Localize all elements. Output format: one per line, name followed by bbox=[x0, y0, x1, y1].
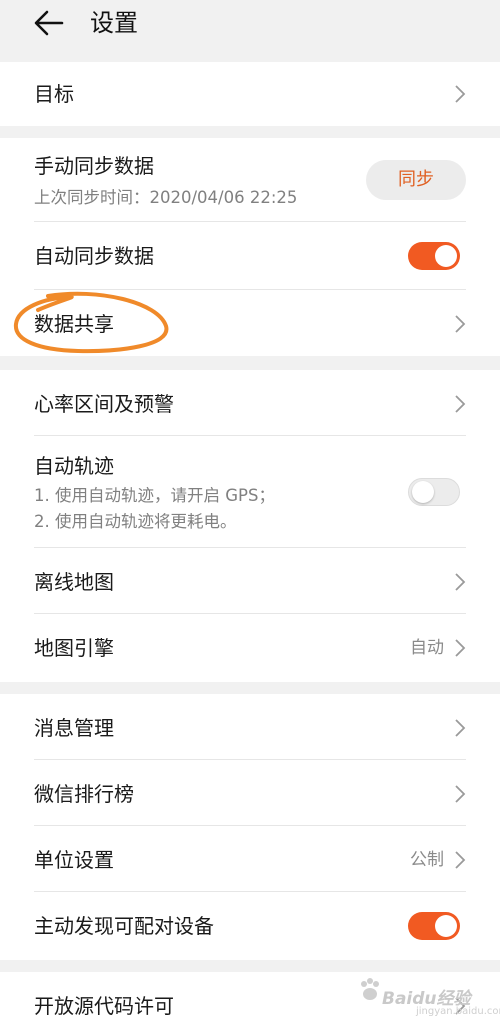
top-bar: 设置 bbox=[0, 0, 500, 48]
manual-sync-row: 手动同步数据 上次同步时间：2020/04/06 22:25 同步 bbox=[0, 138, 500, 222]
chevron-right-icon bbox=[455, 573, 466, 591]
last-sync-time: 上次同步时间：2020/04/06 22:25 bbox=[34, 188, 298, 207]
auto-sync-toggle[interactable] bbox=[408, 242, 460, 270]
watermark-url: jingyan.baidu.com bbox=[416, 1006, 500, 1017]
chevron-right-icon bbox=[455, 851, 466, 869]
message-mgmt-row[interactable]: 消息管理 bbox=[0, 694, 500, 760]
heart-rate-label: 心率区间及预警 bbox=[34, 392, 174, 416]
chevron-right-icon bbox=[455, 785, 466, 803]
map-engine-row[interactable]: 地图引擎 自动 bbox=[0, 614, 500, 682]
map-engine-value: 自动 bbox=[410, 638, 444, 658]
data-share-label: 数据共享 bbox=[34, 312, 114, 336]
target-section: 目标 bbox=[0, 62, 500, 126]
back-arrow-icon[interactable] bbox=[32, 4, 66, 42]
wechat-rank-label: 微信排行榜 bbox=[34, 782, 134, 806]
auto-track-label: 自动轨迹 bbox=[34, 454, 114, 478]
auto-sync-row: 自动同步数据 bbox=[0, 222, 500, 290]
offline-map-label: 离线地图 bbox=[34, 570, 114, 594]
auto-track-desc-2: 2. 使用自动轨迹将更耗电。 bbox=[34, 512, 237, 531]
discover-devices-toggle[interactable] bbox=[408, 912, 460, 940]
unit-settings-row[interactable]: 单位设置 公制 bbox=[0, 826, 500, 892]
chevron-right-icon bbox=[455, 719, 466, 737]
baidu-watermark: Baidu经验 jingyan.baidu.com bbox=[356, 968, 500, 1024]
sync-section: 手动同步数据 上次同步时间：2020/04/06 22:25 同步 自动同步数据… bbox=[0, 138, 500, 356]
chevron-right-icon bbox=[455, 315, 466, 333]
page-title: 设置 bbox=[90, 9, 138, 37]
toggle-knob bbox=[435, 915, 457, 937]
data-share-row[interactable]: 数据共享 bbox=[0, 290, 500, 356]
discover-devices-row: 主动发现可配对设备 bbox=[0, 892, 500, 960]
manual-sync-label: 手动同步数据 bbox=[34, 154, 154, 178]
auto-sync-label: 自动同步数据 bbox=[34, 244, 154, 268]
auto-track-desc-1: 1. 使用自动轨迹，请开启 GPS； bbox=[34, 486, 275, 505]
toggle-knob bbox=[435, 245, 457, 267]
target-row[interactable]: 目标 bbox=[0, 62, 500, 126]
auto-track-row: 自动轨迹 1. 使用自动轨迹，请开启 GPS； 2. 使用自动轨迹将更耗电。 bbox=[0, 436, 500, 548]
auto-track-toggle[interactable] bbox=[408, 478, 460, 506]
sync-button[interactable]: 同步 bbox=[366, 160, 466, 200]
settings-page: 设置 目标 手动同步数据 上次同步时间：2020/04/06 22:25 同步 … bbox=[0, 0, 500, 1026]
offline-map-row[interactable]: 离线地图 bbox=[0, 548, 500, 614]
heart-rate-row[interactable]: 心率区间及预警 bbox=[0, 370, 500, 436]
message-mgmt-label: 消息管理 bbox=[34, 716, 114, 740]
chevron-right-icon bbox=[455, 395, 466, 413]
map-engine-label: 地图引擎 bbox=[34, 636, 114, 660]
chevron-right-icon bbox=[455, 85, 466, 103]
unit-settings-label: 单位设置 bbox=[34, 848, 114, 872]
chevron-right-icon bbox=[455, 639, 466, 657]
paw-logo-icon bbox=[361, 978, 379, 1000]
discover-devices-label: 主动发现可配对设备 bbox=[34, 914, 214, 938]
open-source-label: 开放源代码许可 bbox=[34, 994, 174, 1018]
wechat-rank-row[interactable]: 微信排行榜 bbox=[0, 760, 500, 826]
general-section: 消息管理 微信排行榜 单位设置 公制 主动发现可配对设备 bbox=[0, 694, 500, 960]
toggle-knob bbox=[412, 481, 434, 503]
target-label: 目标 bbox=[34, 82, 74, 106]
map-section: 心率区间及预警 自动轨迹 1. 使用自动轨迹，请开启 GPS； 2. 使用自动轨… bbox=[0, 370, 500, 682]
unit-settings-value: 公制 bbox=[410, 850, 444, 870]
